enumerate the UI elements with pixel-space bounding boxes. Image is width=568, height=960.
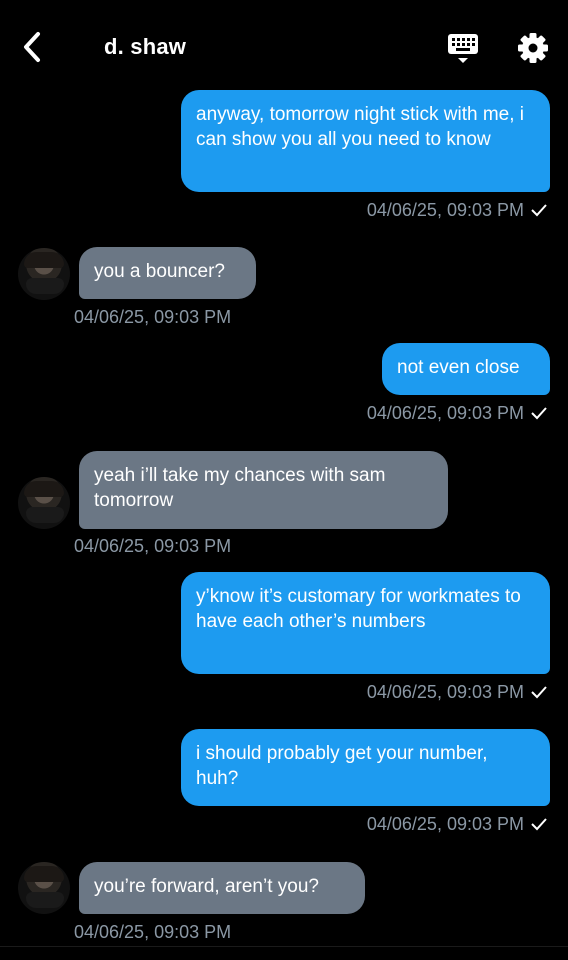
- message-meta: 04/06/25, 09:03 PM: [367, 814, 548, 835]
- timestamp: 04/06/25, 09:03 PM: [74, 307, 232, 327]
- message-bubble-outgoing[interactable]: y’know it’s customary for workmates to h…: [181, 572, 550, 674]
- timestamp: 04/06/25, 09:03 PM: [74, 536, 232, 556]
- divider: [0, 946, 568, 947]
- message-bubble-outgoing[interactable]: anyway, tomorrow night stick with me, i …: [181, 90, 550, 192]
- avatar[interactable]: [18, 248, 70, 300]
- message-bubble-outgoing[interactable]: i should probably get your number, huh?: [181, 729, 550, 806]
- settings-button[interactable]: [516, 31, 550, 65]
- gear-icon: [518, 33, 548, 63]
- timestamp: 04/06/25, 09:03 PM: [366, 200, 524, 220]
- avatar[interactable]: [18, 477, 70, 529]
- message-bubble-incoming[interactable]: you’re forward, aren’t you?: [79, 862, 365, 914]
- avatar[interactable]: [18, 862, 70, 914]
- timestamp: 04/06/25, 09:03 PM: [366, 403, 524, 423]
- keyboard-button[interactable]: [446, 32, 480, 66]
- read-check-icon: [531, 686, 547, 699]
- message-meta: 04/06/25, 09:03 PM: [367, 682, 548, 703]
- message-text: you’re forward, aren’t you?: [94, 876, 319, 897]
- message-text: yeah i’ll take my chances with sam tomor…: [94, 465, 386, 511]
- message-meta: 04/06/25, 09:03 PM: [367, 403, 548, 424]
- message-meta: 04/06/25, 09:03 PM: [367, 200, 548, 221]
- read-check-icon: [531, 204, 547, 217]
- message-bubble-incoming[interactable]: you a bouncer?: [79, 247, 256, 299]
- message-bubble-outgoing[interactable]: not even close: [382, 343, 550, 395]
- message-text: not even close: [397, 357, 520, 378]
- read-check-icon: [531, 818, 547, 831]
- message-text: i should probably get your number, huh?: [196, 743, 488, 789]
- message-text: you a bouncer?: [94, 261, 225, 282]
- message-text: anyway, tomorrow night stick with me, i …: [196, 104, 525, 150]
- message-bubble-incoming[interactable]: yeah i’ll take my chances with sam tomor…: [79, 451, 448, 529]
- back-button[interactable]: [18, 30, 50, 64]
- chevron-left-icon: [24, 32, 40, 62]
- timestamp: 04/06/25, 09:03 PM: [366, 814, 524, 834]
- message-text: y’know it’s customary for workmates to h…: [196, 586, 521, 632]
- timestamp: 04/06/25, 09:03 PM: [366, 682, 524, 702]
- keyboard-icon: [448, 34, 478, 63]
- conversation-title: d. shaw: [104, 34, 187, 59]
- read-check-icon: [531, 407, 547, 420]
- timestamp: 04/06/25, 09:03 PM: [74, 922, 232, 942]
- top-bar: d. shaw: [0, 0, 568, 90]
